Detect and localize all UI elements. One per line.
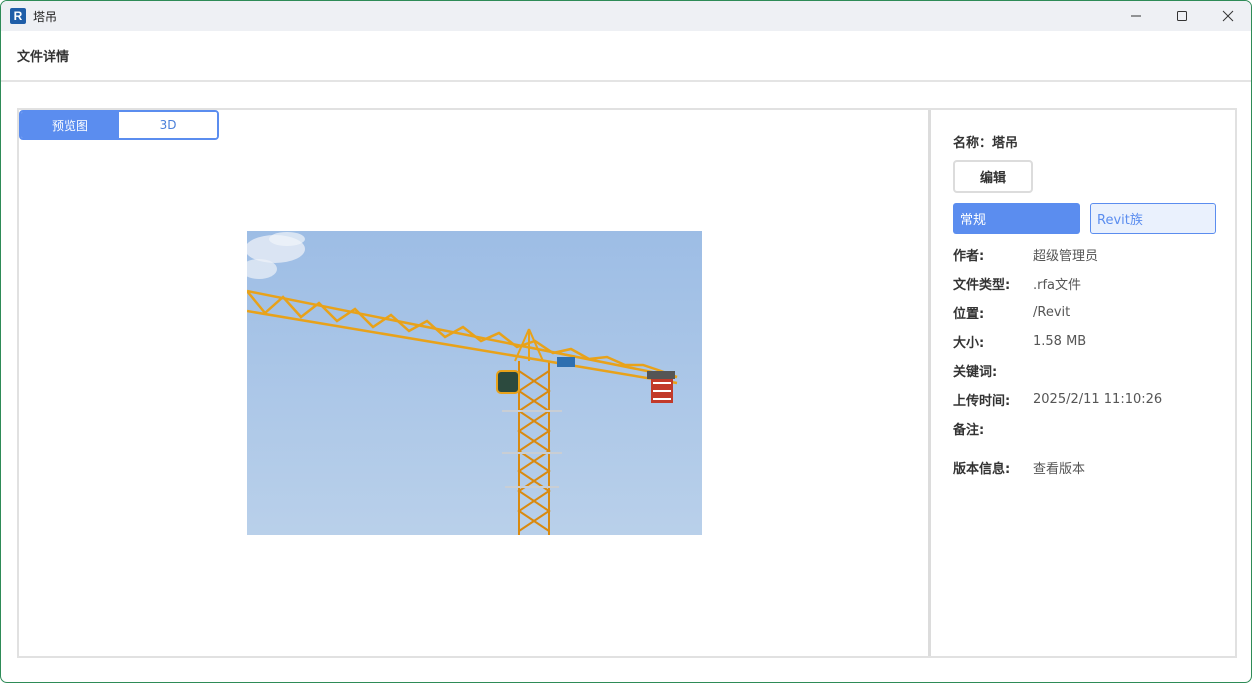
info-label: 上传时间: — [953, 393, 1011, 409]
close-button[interactable] — [1205, 1, 1251, 31]
tab-3d[interactable]: 3D — [119, 112, 217, 138]
info-value: 2025/2/11 11:10:26 — [1033, 391, 1163, 407]
info-value: 1.58 MB — [1033, 333, 1087, 349]
segment-general[interactable]: 常规 — [953, 203, 1080, 234]
title-bar[interactable]: R 塔吊 — [1, 1, 1251, 31]
maximize-icon — [1177, 11, 1187, 21]
window-title: 塔吊 — [33, 9, 58, 24]
app-window: R 塔吊 文件详情 预览图 3D 名称： 塔吊 编辑 常规 Revit族 作者:… — [0, 0, 1252, 683]
file-name-row: 名称： 塔吊 — [953, 132, 1018, 151]
info-row-file-type: 文件类型: .rfa文件 — [953, 273, 1081, 293]
page-header: 文件详情 — [1, 31, 1251, 82]
minimize-button[interactable] — [1113, 1, 1159, 31]
info-value: .rfa文件 — [1033, 277, 1082, 293]
info-row-version: 版本信息: 查看版本 — [953, 457, 1085, 477]
info-row-keywords: 关键词: — [953, 360, 1033, 380]
preview-panel: 预览图 3D — [19, 110, 931, 656]
content-area: 预览图 3D 名称： 塔吊 编辑 常规 Revit族 作者: 超级管理员 文件类… — [17, 108, 1237, 658]
info-label: 备注: — [953, 422, 985, 438]
info-row-remarks: 备注: — [953, 418, 1033, 438]
info-row-location: 位置: /Revit — [953, 302, 1070, 322]
tower-crane-photo — [247, 231, 702, 535]
tab-preview[interactable]: 预览图 — [21, 112, 119, 138]
info-label: 文件类型: — [953, 277, 1011, 293]
preview-image — [247, 231, 702, 535]
name-value: 塔吊 — [992, 136, 1019, 151]
version-label: 版本信息: — [953, 461, 1011, 477]
view-version-link[interactable]: 查看版本 — [1033, 458, 1085, 477]
window-controls — [1113, 1, 1251, 31]
close-icon — [1222, 10, 1234, 22]
info-label: 关键词: — [953, 364, 998, 380]
info-label: 大小: — [953, 335, 985, 351]
info-row-author: 作者: 超级管理员 — [953, 244, 1098, 264]
view-tabs: 预览图 3D — [19, 110, 219, 140]
revit-app-icon: R — [10, 8, 26, 24]
info-row-upload-time: 上传时间: 2025/2/11 11:10:26 — [953, 389, 1162, 409]
details-panel: 名称： 塔吊 编辑 常规 Revit族 作者: 超级管理员 文件类型: .rfa… — [934, 110, 1235, 656]
minimize-icon — [1131, 15, 1141, 17]
info-row-size: 大小: 1.58 MB — [953, 331, 1086, 351]
info-label: 作者: — [953, 248, 985, 264]
info-value: /Revit — [1033, 304, 1071, 320]
name-label: 名称： — [953, 136, 993, 151]
info-value: 超级管理员 — [1033, 248, 1099, 264]
maximize-button[interactable] — [1159, 1, 1205, 31]
info-label: 位置: — [953, 306, 985, 322]
page-title: 文件详情 — [17, 50, 70, 65]
segment-revit-family[interactable]: Revit族 — [1090, 203, 1216, 234]
edit-button[interactable]: 编辑 — [953, 160, 1033, 193]
